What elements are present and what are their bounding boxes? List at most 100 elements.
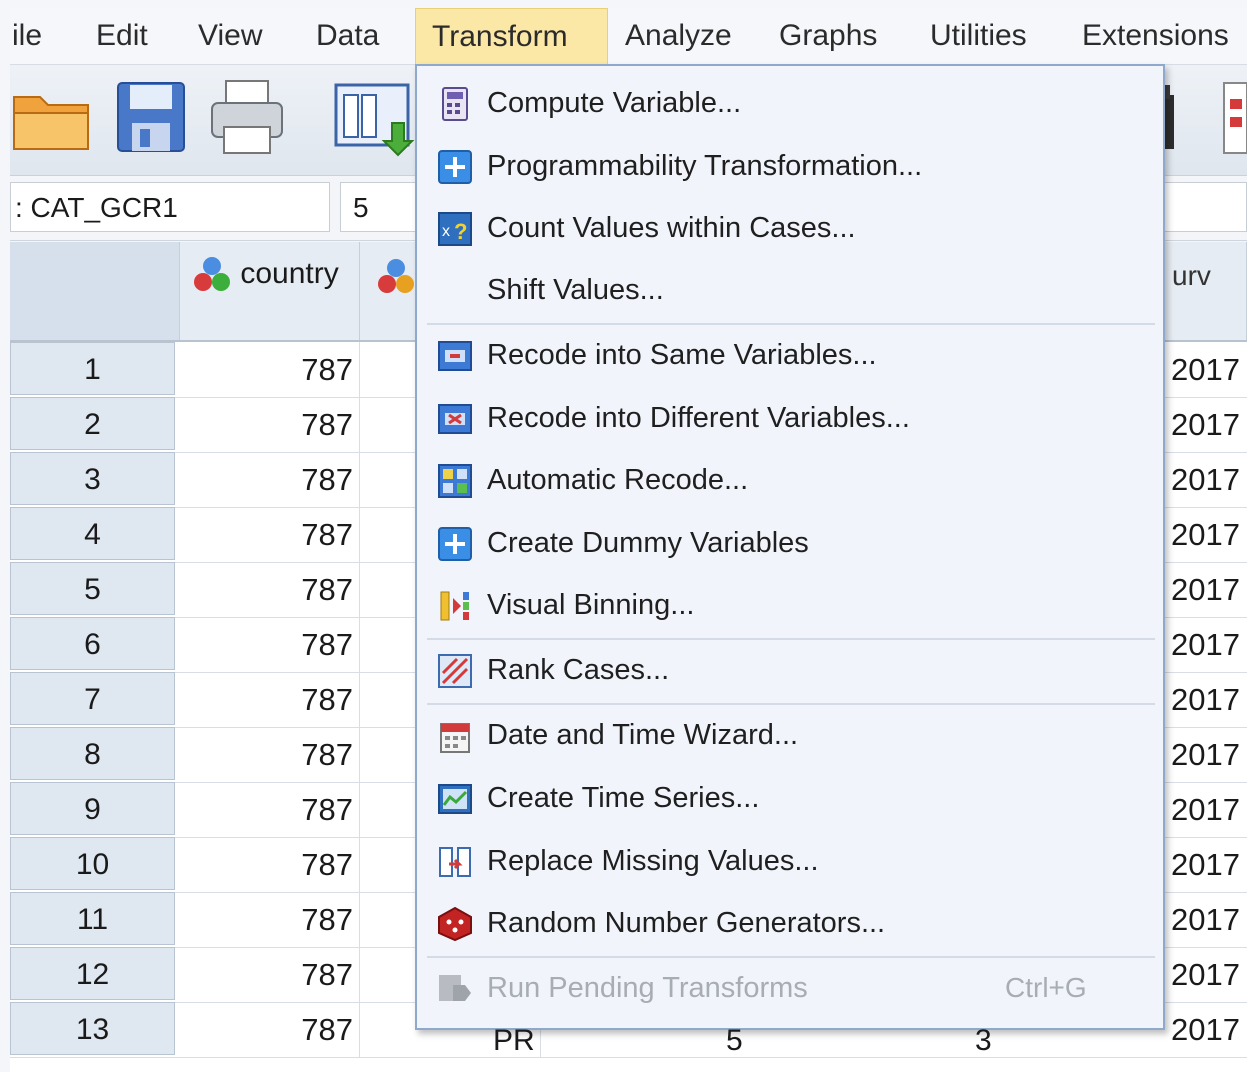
toolbar-icon-partial-right[interactable] (1220, 77, 1247, 164)
cell-year[interactable]: 2017 (1165, 452, 1247, 507)
menu-item-visual-binning[interactable]: Visual Binning... (417, 576, 1159, 634)
row-number[interactable]: 7 (10, 672, 175, 725)
run-pending-icon (437, 971, 473, 1007)
svg-text:?: ? (454, 219, 467, 244)
cell-year[interactable]: 2017 (1165, 782, 1247, 837)
save-icon[interactable] (116, 81, 186, 158)
menu-item-label: Rank Cases... (487, 654, 670, 686)
open-folder-icon[interactable] (10, 83, 92, 160)
menu-item-label: Create Time Series... (487, 782, 760, 814)
menu-view[interactable]: View (186, 8, 274, 64)
row-number[interactable]: 8 (10, 727, 175, 780)
menu-item-programmability-transformation[interactable]: Programmability Transformation... (417, 137, 1159, 195)
menu-item-label: Date and Time Wizard... (487, 719, 799, 751)
cell-country[interactable]: 787 (182, 452, 360, 507)
menu-data[interactable]: Data (304, 8, 391, 64)
cell-year[interactable]: 2017 (1165, 617, 1247, 672)
cell-country[interactable]: 787 (182, 617, 360, 672)
cell-year[interactable]: 2017 (1165, 1002, 1247, 1057)
menu-item-label: Create Dummy Variables (487, 527, 809, 559)
cell-year[interactable]: 2017 (1165, 837, 1247, 892)
menu-item-automatic-recode[interactable]: Automatic Recode... (417, 451, 1159, 509)
row-number[interactable]: 6 (10, 617, 175, 670)
row-number[interactable]: 3 (10, 452, 175, 505)
menu-item-label: Replace Missing Values... (487, 845, 819, 877)
cell-reference-field[interactable]: : CAT_GCR1 (10, 182, 330, 232)
menu-item-label: Run Pending Transforms (487, 972, 808, 1004)
row-number[interactable]: 4 (10, 507, 175, 560)
menu-separator (427, 703, 1155, 705)
menu-item-random-number-generators[interactable]: Random Number Generators... (417, 894, 1159, 952)
cell-year[interactable]: 2017 (1165, 672, 1247, 727)
menu-separator (427, 956, 1155, 958)
menu-item-label: Count Values within Cases... (487, 212, 856, 244)
row-number[interactable]: 13 (10, 1002, 175, 1055)
menu-item-date-and-time-wizard[interactable]: Date and Time Wizard... (417, 706, 1159, 764)
menu-item-shift-values[interactable]: Shift Values... (417, 261, 1159, 319)
menu-item-shortcut: Ctrl+G (1005, 972, 1087, 1003)
cell-country[interactable]: 787 (182, 1002, 360, 1057)
cell-country[interactable]: 787 (182, 672, 360, 727)
cell-year[interactable]: 2017 (1165, 342, 1247, 397)
cell-year[interactable]: 2017 (1165, 397, 1247, 452)
row-number[interactable]: 2 (10, 397, 175, 450)
cell-country[interactable]: 787 (182, 947, 360, 1002)
cell-country[interactable]: 787 (182, 727, 360, 782)
row-number[interactable]: 1 (10, 342, 175, 395)
cell-year[interactable]: 2017 (1165, 947, 1247, 1002)
row-number[interactable]: 11 (10, 892, 175, 945)
menu-item-label: Compute Variable... (487, 87, 742, 119)
cell-year[interactable]: 2017 (1165, 562, 1247, 617)
menu-extensions[interactable]: Extensions (1070, 8, 1241, 64)
menu-item-count-values-within-cases[interactable]: x? Count Values within Cases... (417, 199, 1159, 257)
menu-item-compute-variable[interactable]: Compute Variable... (417, 74, 1159, 132)
menu-utilities[interactable]: Utilities (918, 8, 1039, 64)
menu-transform[interactable]: Transform (415, 8, 608, 64)
cell-country[interactable]: 787 (182, 892, 360, 947)
time-series-icon (437, 781, 473, 817)
cell-country[interactable]: 787 (182, 397, 360, 452)
calendar-icon (437, 718, 473, 754)
cell-year[interactable]: 2017 (1165, 892, 1247, 947)
cell-country[interactable]: 787 (182, 562, 360, 617)
menu-graphs[interactable]: Graphs (767, 8, 889, 64)
spss-data-editor-window: ile Edit View Data Transform Analyze Gra… (0, 0, 1247, 1072)
menu-item-create-time-series[interactable]: Create Time Series... (417, 769, 1159, 827)
row13-partial-col3[interactable]: PR (493, 1026, 535, 1056)
menu-separator (427, 638, 1155, 640)
menu-file[interactable]: ile (0, 8, 54, 64)
menu-item-label: Shift Values... (487, 274, 664, 306)
string-variable-icon (378, 259, 414, 293)
menu-item-recode-into-different-variables[interactable]: Recode into Different Variables... (417, 389, 1159, 447)
import-data-icon[interactable] (334, 83, 416, 162)
rank-cases-icon (437, 653, 473, 689)
column-header-country[interactable]: country (180, 242, 360, 340)
column-header-right-partial[interactable]: urv (1160, 242, 1247, 340)
replace-missing-icon (437, 844, 473, 880)
menu-analyze[interactable]: Analyze (613, 8, 744, 64)
recode-same-icon (437, 338, 473, 374)
cell-year[interactable]: 2017 (1165, 507, 1247, 562)
print-icon[interactable] (208, 79, 286, 160)
row-number[interactable]: 12 (10, 947, 175, 1000)
row13-partial-col5[interactable]: 3 (975, 1026, 992, 1056)
menu-edit[interactable]: Edit (84, 8, 160, 64)
menu-item-replace-missing-values[interactable]: Replace Missing Values... (417, 832, 1159, 890)
row-number[interactable]: 9 (10, 782, 175, 835)
cell-country[interactable]: 787 (182, 342, 360, 397)
menu-item-recode-into-same-variables[interactable]: Recode into Same Variables... (417, 326, 1159, 384)
nominal-variable-icon (194, 257, 230, 291)
cell-year[interactable]: 2017 (1165, 727, 1247, 782)
menu-item-create-dummy-variables[interactable]: Create Dummy Variables (417, 514, 1159, 572)
column-header-next[interactable] (360, 242, 420, 340)
row-number[interactable]: 5 (10, 562, 175, 615)
row-number[interactable]: 10 (10, 837, 175, 890)
cell-country[interactable]: 787 (182, 507, 360, 562)
visual-binning-icon (437, 588, 473, 624)
cell-country[interactable]: 787 (182, 782, 360, 837)
cell-country[interactable]: 787 (182, 837, 360, 892)
grid-corner[interactable] (10, 242, 180, 340)
row13-partial-col4[interactable]: 5 (726, 1026, 743, 1056)
menu-item-rank-cases[interactable]: Rank Cases... (417, 641, 1159, 699)
menu-separator (427, 323, 1155, 325)
